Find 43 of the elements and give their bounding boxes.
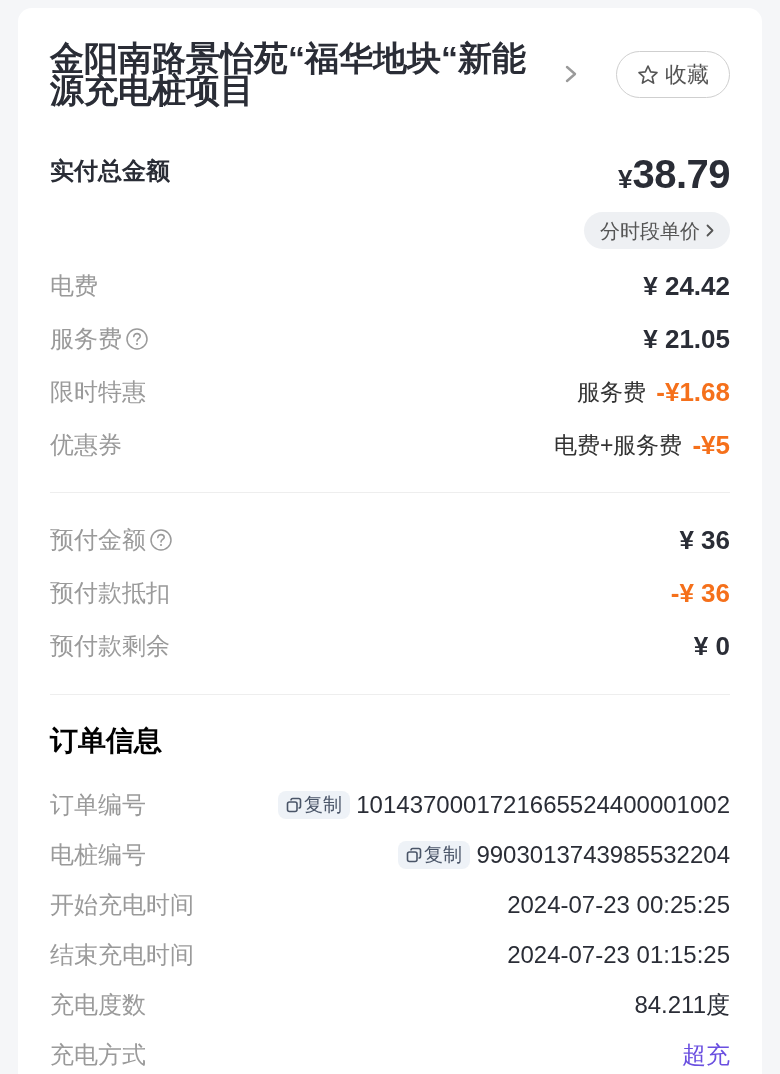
fee-label: 服务费	[50, 323, 122, 354]
info-value: 9903013743985532204	[476, 840, 730, 870]
info-label: 结束充电时间	[50, 940, 194, 970]
fee-label: 预付金额	[50, 524, 146, 555]
station-title: 金阳南路景怡苑“福华地块“新能源充电桩项目	[50, 42, 527, 106]
discount-amount: -¥1.68	[656, 375, 730, 408]
info-value: 1014370001721665524400001002	[356, 790, 730, 820]
fee-amount: ¥ 36	[679, 523, 730, 556]
copy-button[interactable]: 复制	[398, 841, 471, 869]
fee-amount: ¥ 24.42	[643, 269, 730, 302]
chevron-right-icon	[706, 224, 714, 237]
section-title: 订单信息	[50, 724, 163, 758]
discount-scope: 电费+服务费	[554, 430, 683, 460]
info-label: 充电方式	[50, 1040, 146, 1070]
fee-amount: ¥ 0	[693, 629, 730, 662]
info-label: 订单编号	[50, 790, 146, 820]
discount-amount: -¥ 36	[670, 576, 730, 609]
total-label: 实付总金额	[50, 156, 170, 186]
info-value: 84.211度	[634, 990, 730, 1020]
total-amount: ¥38.79	[617, 151, 730, 198]
time-price-button[interactable]: 分时段单价	[584, 212, 730, 249]
chevron-right-icon[interactable]	[565, 65, 577, 83]
copy-button[interactable]: 复制	[278, 791, 351, 819]
info-label: 电桩编号	[50, 840, 146, 870]
favorite-button[interactable]: 收藏	[616, 51, 730, 98]
discount-amount: -¥5	[692, 428, 730, 461]
info-label: 充电度数	[50, 990, 146, 1020]
copy-icon	[406, 847, 423, 863]
discount-scope: 服务费	[577, 377, 647, 407]
fee-label: 优惠券	[50, 429, 122, 460]
info-value: 2024-07-23 00:25:25	[507, 890, 730, 920]
star-icon	[637, 63, 659, 86]
fee-label: 限时特惠	[50, 376, 146, 407]
info-value: 超充	[682, 1040, 730, 1070]
help-icon[interactable]	[150, 528, 172, 551]
info-value: 2024-07-23 01:15:25	[507, 940, 730, 970]
fee-amount: ¥ 21.05	[643, 322, 730, 355]
copy-icon	[286, 797, 303, 813]
fee-label: 预付款抵扣	[50, 577, 170, 608]
fee-label: 预付款剩余	[50, 630, 170, 661]
info-label: 开始充电时间	[50, 890, 194, 920]
fee-label: 电费	[50, 270, 98, 301]
help-icon[interactable]	[126, 327, 148, 350]
